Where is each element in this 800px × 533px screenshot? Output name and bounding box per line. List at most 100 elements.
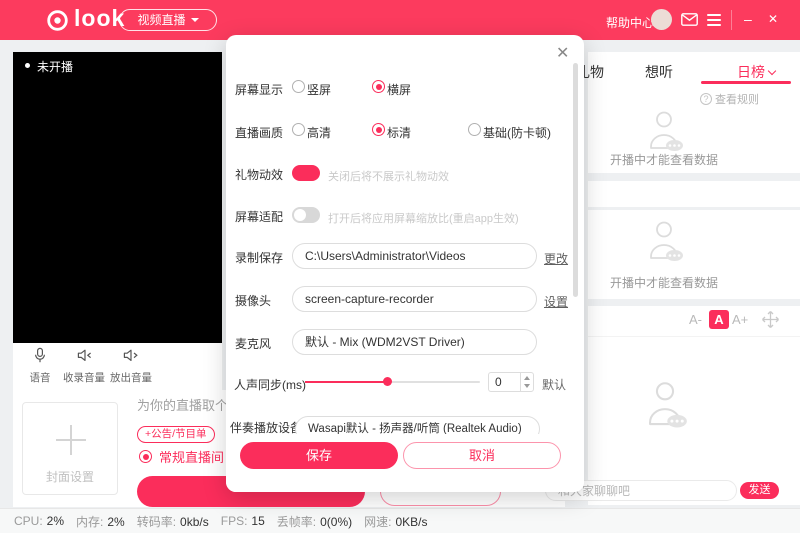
- output-volume-button[interactable]: 放出音量: [107, 347, 155, 385]
- cover-label: 封面设置: [45, 470, 94, 484]
- stream-mode-label: 视频直播: [137, 13, 186, 27]
- view-rules-link[interactable]: ? 查看规则: [700, 91, 759, 107]
- divider: [588, 336, 800, 337]
- stat-dropped-frames: 丢帧率: 0(0%): [276, 514, 353, 529]
- announcement-button[interactable]: +公告/节目单: [137, 426, 215, 443]
- live-status-text: 未开播: [37, 60, 74, 74]
- quality-label: 直播画质: [235, 126, 284, 140]
- mail-icon[interactable]: [681, 13, 698, 31]
- arrow-down-icon: [524, 384, 530, 388]
- cancel-button[interactable]: 取消: [403, 442, 561, 469]
- spacer-card: [588, 181, 800, 207]
- audio-controls-row: 语音 收录音量 放出音量: [19, 347, 155, 385]
- record-save-label: 录制保存: [235, 251, 284, 265]
- font-larger-button[interactable]: A+: [732, 312, 748, 327]
- radio-landscape-label[interactable]: 横屏: [387, 81, 411, 98]
- stream-mode-dropdown[interactable]: 视频直播: [119, 9, 217, 31]
- camera-select[interactable]: screen-capture-recorder: [292, 286, 537, 312]
- tab-daily-rank-label: 日榜: [737, 64, 765, 80]
- record-path-field[interactable]: C:\Users\Administrator\Videos: [292, 243, 537, 269]
- logo-text: look: [74, 5, 126, 31]
- arrow-up-icon: [524, 376, 530, 380]
- camera-settings-link[interactable]: 设置: [544, 293, 568, 310]
- screen-fit-toggle[interactable]: [292, 207, 320, 223]
- active-tab-underline: [701, 81, 791, 84]
- radio-icon: [139, 450, 152, 463]
- voice-sync-slider[interactable]: [305, 377, 480, 386]
- save-button[interactable]: 保存: [240, 442, 398, 469]
- voice-sync-label: 人声同步(ms): [234, 378, 306, 392]
- font-smaller-button[interactable]: A-: [689, 312, 702, 327]
- user-silhouette-icon: [644, 110, 684, 157]
- video-preview-card: 未开播 语音 收录音量 放出音量: [13, 52, 222, 390]
- stat-network: 网速: 0KB/s: [364, 514, 428, 529]
- radio-landscape[interactable]: [372, 80, 385, 93]
- empty-data-hint: 开播中才能查看数据: [609, 276, 718, 290]
- dialog-scrollbar[interactable]: [573, 63, 578, 297]
- empty-data-hint: 开播中才能查看数据: [609, 153, 718, 167]
- screen-display-label: 屏幕显示: [235, 83, 284, 97]
- room-type-radio[interactable]: 常规直播间: [139, 447, 224, 466]
- ranking-card: 礼物 想听 日榜 ? 查看规则 开播中才能查看数据: [576, 52, 800, 173]
- video-preview: 未开播: [13, 52, 222, 343]
- room-type-label: 常规直播间: [159, 450, 225, 465]
- radio-hd-label[interactable]: 高清: [307, 124, 331, 141]
- speaker-in-icon: [75, 349, 93, 368]
- change-path-link[interactable]: 更改: [544, 250, 568, 267]
- window-close-button[interactable]: ✕: [768, 9, 778, 29]
- voice-sync-value-box: [488, 372, 534, 392]
- tab-daily-rank[interactable]: 日榜: [737, 62, 777, 82]
- voice-sync-input[interactable]: [489, 373, 521, 391]
- menu-icon[interactable]: [707, 14, 721, 29]
- avatar[interactable]: [651, 9, 672, 30]
- chevron-down-icon: [767, 66, 777, 76]
- chat-card: A- A A+: [588, 306, 800, 505]
- gift-effect-toggle[interactable]: [292, 165, 382, 181]
- slider-fill: [305, 381, 388, 383]
- look-logo-icon: [46, 9, 69, 37]
- voice-label: 语音: [29, 372, 51, 384]
- radio-sd-label[interactable]: 标清: [387, 124, 411, 141]
- header-divider: [731, 10, 732, 30]
- status-bar: CPU: 2% 内存: 2% 转码率: 0kb/s FPS: 15 丢帧率: 0(0%) …: [0, 508, 800, 533]
- view-rules-label: 查看规则: [715, 94, 759, 106]
- stat-fps: FPS: 15: [220, 514, 265, 528]
- radio-portrait[interactable]: [292, 80, 305, 93]
- cover-upload-button[interactable]: 封面设置: [22, 402, 118, 495]
- plus-icon: [56, 425, 86, 455]
- speaker-out-icon: [122, 349, 140, 368]
- radio-basic-label[interactable]: 基础(防卡顿): [483, 124, 551, 141]
- stat-bitrate: 转码率: 0kb/s: [136, 514, 209, 529]
- radio-hd[interactable]: [292, 123, 305, 136]
- help-center-link[interactable]: 帮助中心: [606, 14, 654, 31]
- send-button[interactable]: 发送: [740, 482, 779, 499]
- offline-dot-icon: [25, 63, 30, 68]
- gift-effect-hint: 关闭后将不展示礼物动效: [328, 171, 449, 183]
- mic-icon: [31, 347, 49, 368]
- font-current-button[interactable]: A: [709, 310, 729, 329]
- stepper-arrows[interactable]: [520, 373, 533, 391]
- tab-requests[interactable]: 想听: [645, 62, 673, 82]
- data-card: 开播中才能查看数据: [588, 210, 800, 299]
- radio-portrait-label[interactable]: 竖屏: [307, 81, 331, 98]
- question-icon: ?: [700, 93, 712, 105]
- user-silhouette-icon: [642, 380, 688, 434]
- camera-label: 摄像头: [235, 294, 272, 308]
- microphone-label: 麦克风: [235, 337, 272, 351]
- gift-effect-label: 礼物动效: [235, 168, 284, 182]
- stat-cpu: CPU: 2%: [14, 514, 65, 528]
- move-icon[interactable]: [761, 310, 780, 334]
- record-volume-button[interactable]: 收录音量: [61, 347, 107, 385]
- chevron-down-icon: [190, 18, 199, 22]
- dialog-close-button[interactable]: ✕: [556, 43, 569, 63]
- record-volume-label: 收录音量: [63, 372, 105, 384]
- slider-knob[interactable]: [383, 377, 392, 386]
- voice-button[interactable]: 语音: [19, 347, 61, 385]
- output-volume-label: 放出音量: [110, 372, 152, 384]
- radio-basic[interactable]: [468, 123, 481, 136]
- minimize-button[interactable]: –: [744, 9, 752, 29]
- user-silhouette-icon: [644, 220, 684, 267]
- screen-fit-hint: 打开后将应用屏幕缩放比(重启app生效): [328, 213, 519, 225]
- radio-sd[interactable]: [372, 123, 385, 136]
- microphone-select[interactable]: 默认 - Mix (WDM2VST Driver): [292, 329, 537, 355]
